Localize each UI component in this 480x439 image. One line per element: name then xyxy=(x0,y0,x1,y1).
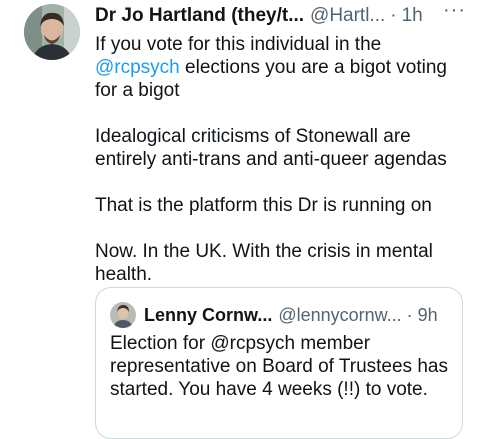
separator-dot: · xyxy=(406,304,413,325)
author-handle[interactable]: @Hartl... xyxy=(310,5,385,27)
tweet-header: Dr Jo Hartland (they/t... @Hartl... · 1h… xyxy=(95,0,466,29)
quoted-tweet-card[interactable]: Lenny Cornw... @lennycornw... · 9h Elect… xyxy=(95,287,463,439)
tweet-timestamp[interactable]: 1h xyxy=(402,5,423,27)
mention-link[interactable]: @rcpsych xyxy=(95,57,180,78)
quoted-tweet-text: Election for @rcpsych member representat… xyxy=(110,333,448,400)
quoted-tweet-timestamp[interactable]: 9h xyxy=(418,305,438,326)
quoted-author-name[interactable]: Lenny Cornw... xyxy=(144,305,272,326)
tweet-paragraph-1: If you vote for this individual in the @… xyxy=(95,33,470,102)
tweet-paragraph-4: Now. In the UK. With the crisis in menta… xyxy=(95,241,433,285)
separator-dot: · xyxy=(390,5,397,26)
quoted-tweet-header: Lenny Cornw... @lennycornw... · 9h xyxy=(144,302,450,328)
tweet-text: If you vote for this individual in the @… xyxy=(95,33,470,309)
quoted-author-avatar[interactable] xyxy=(110,302,136,328)
author-name[interactable]: Dr Jo Hartland (they/t... xyxy=(95,5,304,27)
more-options-icon[interactable]: ··· xyxy=(443,0,466,22)
tweet-paragraph-3: That is the platform this Dr is running … xyxy=(95,195,432,216)
author-avatar[interactable] xyxy=(24,4,80,60)
quoted-author-handle[interactable]: @lennycornw... xyxy=(278,305,401,326)
tweet-text-segment: If you vote for this individual in the xyxy=(95,34,382,55)
tweet-paragraph-2: Idealogical criticisms of Stonewall are … xyxy=(95,126,447,170)
